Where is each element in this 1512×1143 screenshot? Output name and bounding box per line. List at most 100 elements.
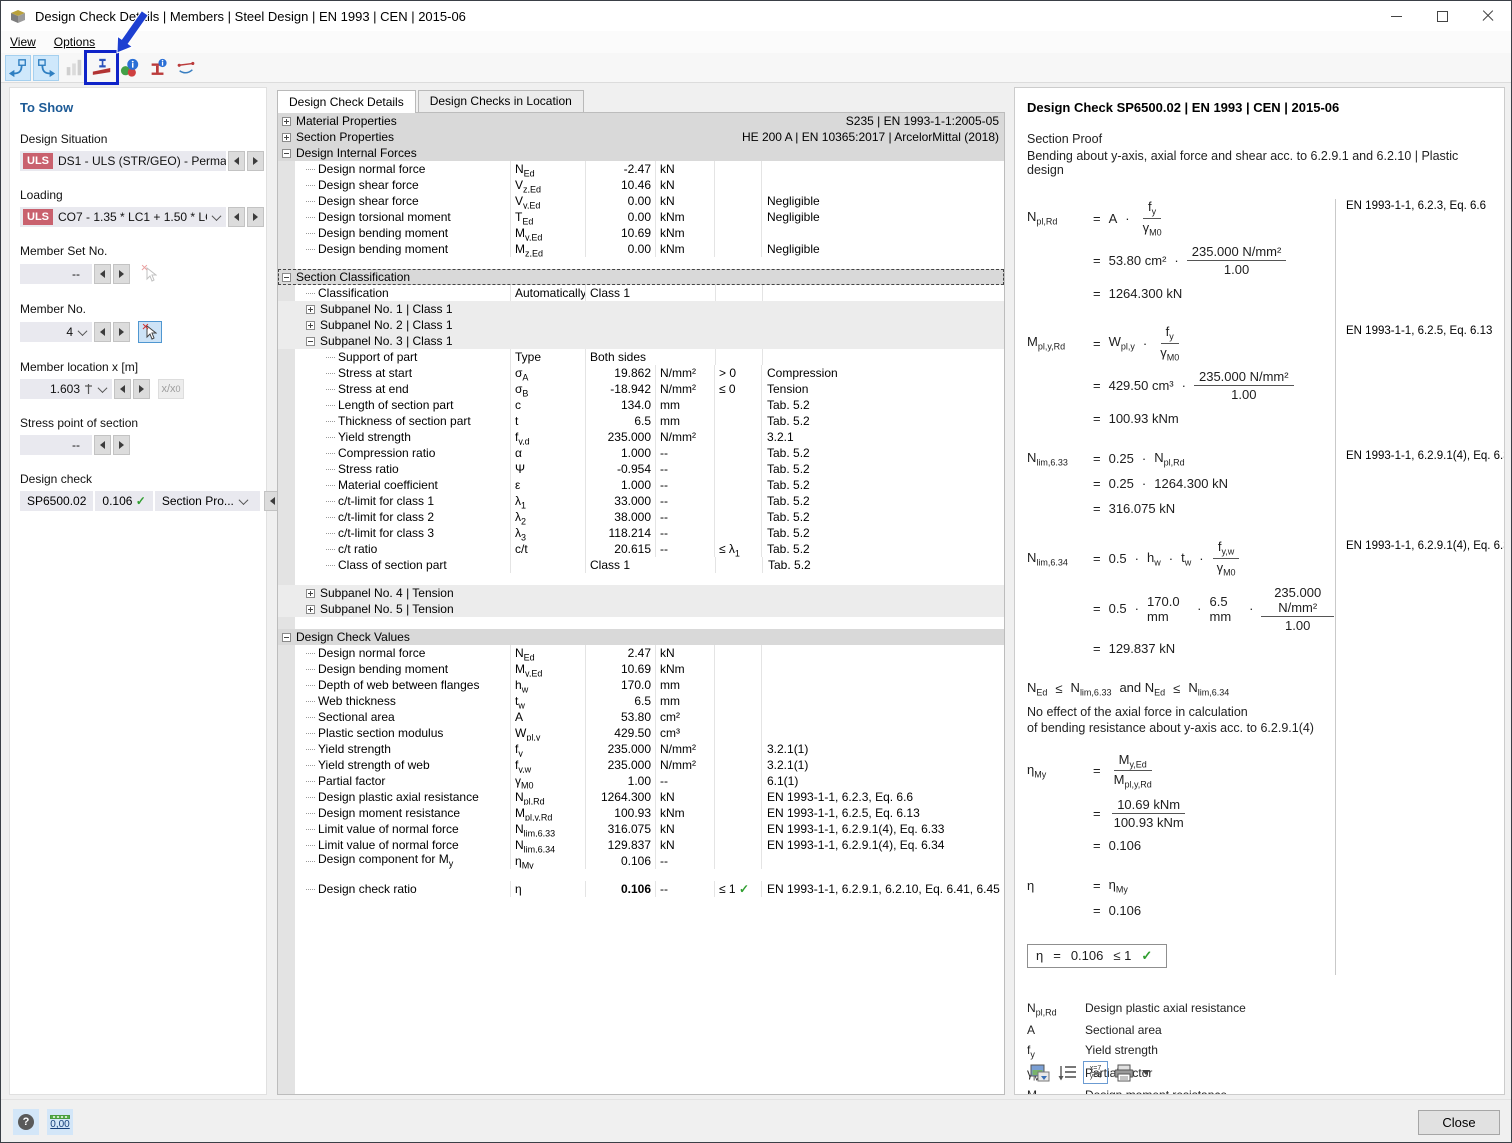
expand-icon[interactable] — [306, 588, 315, 598]
member-next-button[interactable] — [113, 322, 130, 342]
member-prev-button[interactable] — [94, 322, 111, 342]
close-icon[interactable] — [1465, 1, 1511, 31]
result-values-info-icon[interactable] — [117, 55, 143, 81]
table-section-row[interactable]: Subpanel No. 4 | Tension — [278, 585, 1004, 601]
table-row[interactable]: Design shear force Vy,Ed 0.00 kN Negligible — [278, 193, 1004, 209]
table-section-row[interactable]: Material Properties S235 | EN 1993-1-1:20… — [278, 113, 1004, 129]
table-row[interactable]: Partial factor γM0 1.00 -- 6.1(1) — [278, 773, 1004, 789]
table-row[interactable]: Stress ratio Ψ -0.954 -- Tab. 5.2 — [278, 461, 1004, 477]
stress-point-field[interactable]: -- — [20, 435, 92, 455]
table-row[interactable]: Classification Automatically Class 1 — [278, 285, 1004, 301]
help-icon[interactable]: ? — [13, 1109, 39, 1135]
table-row[interactable]: Yield strength of web fy,w 235.000 N/mm² 3.2… — [278, 757, 1004, 773]
member-field[interactable]: 4 — [20, 322, 92, 342]
table-row[interactable]: c/t-limit for class 2 λ2 38.000 -- Tab. 5.2 — [278, 509, 1004, 525]
table-section-row[interactable]: Section Properties HE 200 A | EN 10365:20… — [278, 129, 1004, 145]
member-set-field[interactable]: -- — [20, 264, 92, 284]
maximize-icon[interactable] — [1419, 1, 1465, 31]
table-row[interactable]: Thickness of section part t 6.5 mm Tab. 5.2 — [278, 413, 1004, 429]
export-image-icon[interactable] — [1027, 1061, 1052, 1084]
table-row[interactable]: Limit value of normal force Nlim,6.34 129.… — [278, 837, 1004, 853]
collapse-icon[interactable] — [306, 336, 315, 346]
table-row[interactable]: Stress at start σA 19.862 N/mm² > 0 Compressi… — [278, 365, 1004, 381]
show-values-icon[interactable]: x=7 y=4 — [1083, 1061, 1108, 1084]
table-row[interactable]: Yield strength fy 235.000 N/mm² 3.2.1(1) — [278, 741, 1004, 757]
table-row[interactable]: Plastic section modulus Wpl,y 429.50 cm³ — [278, 725, 1004, 741]
table-row[interactable]: Design component for My ηMy 0.106 -- — [278, 853, 1004, 869]
table-section-row[interactable]: Section Classification — [278, 269, 1004, 285]
chevron-down-icon[interactable] — [238, 494, 249, 505]
table-row[interactable]: Material coefficient ε 1.000 -- Tab. 5.2 — [278, 477, 1004, 493]
stress-point-next-button[interactable] — [113, 435, 130, 455]
table-row[interactable]: Limit value of normal force Nlim,6.33 316.… — [278, 821, 1004, 837]
units-settings-icon[interactable]: 0,00 — [47, 1109, 73, 1135]
design-situation-field[interactable]: ULS DS1 - ULS (STR/GEO) - Permane... — [20, 151, 226, 171]
close-dialog-button[interactable]: Close — [1418, 1110, 1500, 1135]
loading-field[interactable]: ULS CO7 - 1.35 * LC1 + 1.50 * LC3... — [20, 207, 226, 227]
tab-design-check-details[interactable]: Design Check Details — [277, 90, 416, 113]
table-row[interactable]: Design check ratio η 0.106 -- ≤ 1 ✓ EN 1993-1… — [278, 881, 1004, 897]
table-row[interactable]: Design bending moment Mz,Ed 0.00 kNm Negligi… — [278, 241, 1004, 257]
jump-previous-icon[interactable] — [5, 54, 31, 81]
table-row[interactable]: Design torsional moment TEd 0.00 kNm Negligi… — [278, 209, 1004, 225]
design-situation-prev-button[interactable] — [228, 151, 245, 171]
expand-icon[interactable] — [282, 116, 291, 126]
chevron-down-icon[interactable] — [77, 325, 88, 336]
menu-options[interactable]: Options — [45, 35, 104, 49]
expand-icon[interactable] — [306, 604, 315, 614]
table-section-row[interactable]: Subpanel No. 5 | Tension — [278, 601, 1004, 617]
member-set-next-button[interactable] — [113, 264, 130, 284]
stress-point-view-icon[interactable] — [89, 55, 115, 81]
loading-prev-button[interactable] — [228, 207, 245, 227]
table-section-row[interactable]: Subpanel No. 2 | Class 1 — [278, 317, 1004, 333]
menu-view[interactable]: View — [1, 35, 45, 49]
print-icon[interactable] — [1111, 1061, 1136, 1084]
section-info-icon[interactable] — [145, 55, 171, 81]
chevron-down-icon[interactable] — [211, 210, 222, 221]
expand-icon[interactable] — [306, 304, 315, 314]
table-row[interactable]: Design plastic axial resistance Npl,Rd 126… — [278, 789, 1004, 805]
stress-point-prev-button[interactable] — [94, 435, 111, 455]
table-row[interactable]: Design normal force NEd -2.47 kN — [278, 161, 1004, 177]
table-row[interactable]: Web thickness tw 6.5 mm — [278, 693, 1004, 709]
table-section-row[interactable]: Design Internal Forces — [278, 145, 1004, 161]
design-situation-next-button[interactable] — [247, 151, 264, 171]
table-row[interactable]: Support of part Type Both sides — [278, 349, 1004, 365]
table-row[interactable]: Stress at end σB -18.942 N/mm² ≤ 0 Tension — [278, 381, 1004, 397]
collapse-icon[interactable] — [282, 148, 291, 158]
tab-design-checks-in-location[interactable]: Design Checks in Location — [417, 90, 584, 112]
table-row[interactable]: Design bending moment My,Ed 10.69 kNm — [278, 661, 1004, 677]
table-section-row[interactable]: Subpanel No. 1 | Class 1 — [278, 301, 1004, 317]
table-row[interactable]: Length of section part c 134.0 mm Tab. 5.2 — [278, 397, 1004, 413]
expand-list-icon[interactable] — [1055, 1061, 1080, 1084]
table-row[interactable]: Design normal force NEd 2.47 kN — [278, 645, 1004, 661]
table-section-row[interactable]: Subpanel No. 3 | Class 1 — [278, 333, 1004, 349]
table-row[interactable]: Class of section part Class 1 Tab. 5.2 — [278, 557, 1004, 573]
member-location-prev-button[interactable] — [114, 379, 131, 399]
table-row[interactable]: Compression ratio α 1.000 -- Tab. 5.2 — [278, 445, 1004, 461]
member-select-pointer-icon[interactable] — [138, 321, 162, 343]
table-row[interactable]: Design bending moment My,Ed 10.69 kNm — [278, 225, 1004, 241]
member-location-next-button[interactable] — [133, 379, 150, 399]
expand-icon[interactable] — [282, 132, 291, 142]
table-row[interactable]: Design shear force Vz,Ed 10.46 kN — [278, 177, 1004, 193]
member-location-field[interactable]: 1.603 — [20, 379, 112, 399]
table-section-row[interactable]: Design Check Values — [278, 629, 1004, 645]
table-row[interactable]: Yield strength fy,d 235.000 N/mm² 3.2.1 — [278, 429, 1004, 445]
table-row[interactable]: Depth of web between flanges hw 170.0 mm — [278, 677, 1004, 693]
loading-next-button[interactable] — [247, 207, 264, 227]
table-row[interactable]: c/t-limit for class 3 λ3 118.214 -- Tab. 5.2 — [278, 525, 1004, 541]
design-check-type[interactable]: Section Pro... — [154, 491, 260, 511]
minimize-icon[interactable] — [1373, 1, 1419, 31]
table-row[interactable]: c/t ratio c/t 20.615 -- ≤ λ1 Tab. 5.2 — [278, 541, 1004, 558]
table-row[interactable]: c/t-limit for class 1 λ1 33.000 -- Tab. 5.2 — [278, 493, 1004, 509]
collapse-icon[interactable] — [282, 632, 291, 642]
expand-icon[interactable] — [306, 320, 315, 330]
collapse-icon[interactable] — [282, 272, 291, 282]
member-diagram-icon[interactable] — [173, 55, 199, 81]
member-set-prev-button[interactable] — [94, 264, 111, 284]
print-dropdown-icon[interactable] — [1142, 1070, 1150, 1079]
jump-next-icon[interactable] — [33, 54, 59, 81]
table-row[interactable]: Sectional area A 53.80 cm² — [278, 709, 1004, 725]
table-row[interactable]: Design moment resistance Mpl,y,Rd 100.93 kN… — [278, 805, 1004, 821]
